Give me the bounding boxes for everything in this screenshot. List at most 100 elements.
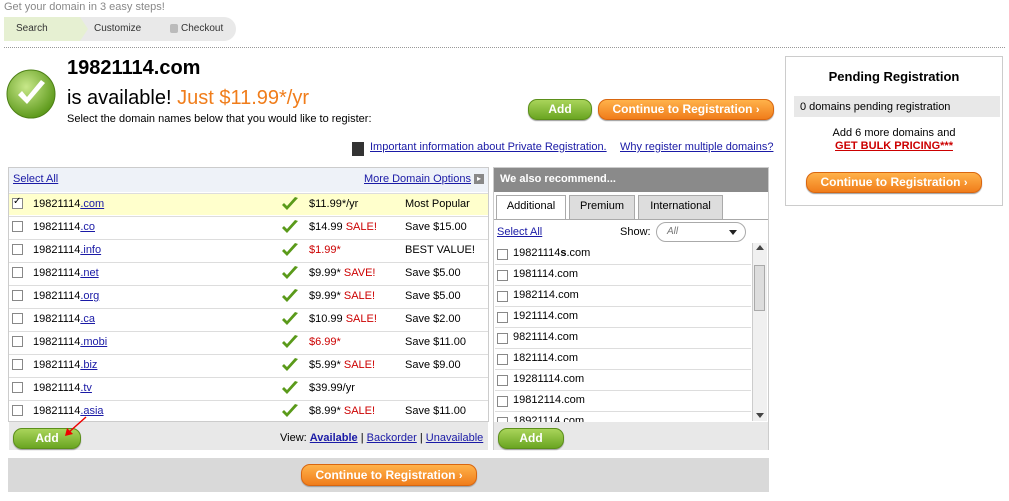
recommend-select-all-link[interactable]: Select All — [497, 226, 542, 238]
available-check-icon — [282, 266, 298, 279]
recommend-checkbox[interactable] — [497, 396, 508, 407]
domain-base: 19821114 — [33, 382, 81, 394]
available-check-icon — [282, 404, 298, 417]
domain-name: 19821114.com — [33, 198, 104, 210]
separator: | — [419, 432, 423, 444]
domain-base: 19821114 — [33, 244, 81, 256]
domain-row[interactable]: 19821114.org $9.99* SALE! Save $5.00 — [9, 285, 488, 307]
domain-tld-link[interactable]: .info — [80, 244, 101, 256]
domain-checkbox[interactable] — [12, 267, 23, 278]
domain-checkbox[interactable] — [12, 313, 23, 324]
domain-base: 19821114 — [33, 198, 81, 210]
domain-tld-link[interactable]: .net — [80, 267, 98, 279]
recommend-checkbox[interactable] — [497, 312, 508, 323]
domain-row[interactable]: 19821114.tv $39.99/yr — [9, 377, 488, 399]
domain-checkbox[interactable] — [12, 290, 23, 301]
available-check-icon — [282, 335, 298, 348]
recommend-checkbox[interactable] — [497, 354, 508, 365]
domain-checkbox[interactable] — [12, 359, 23, 370]
domain-checkbox[interactable] — [12, 382, 23, 393]
recommend-domain-suffix: .com — [566, 247, 591, 259]
recommend-row[interactable]: 1982114.com — [495, 286, 751, 307]
domain-row[interactable]: 19821114.net $9.99* SAVE! Save $5.00 — [9, 262, 488, 284]
domain-checkbox[interactable] — [12, 196, 23, 209]
recommend-checkbox[interactable] — [497, 291, 508, 302]
domain-note: Save $11.00 — [405, 405, 466, 417]
available-check-icon — [6, 69, 56, 119]
domain-tld-link[interactable]: .com — [80, 198, 104, 210]
domain-row[interactable]: 19821114.com $11.99*/yr Most Popular — [9, 193, 488, 215]
domain-row[interactable]: 19821114.info $1.99* BEST VALUE! — [9, 239, 488, 261]
continue-registration-side-button[interactable]: Continue to Registration › — [806, 172, 982, 193]
recommend-domain-text: 1982114.com — [513, 289, 579, 301]
recommend-row[interactable]: 1921114.com — [495, 307, 751, 328]
private-registration-link[interactable]: Important information about Private Regi… — [370, 141, 607, 153]
recommend-checkbox[interactable] — [497, 375, 508, 386]
why-multiple-link[interactable]: Why register multiple domains? — [620, 141, 773, 153]
pending-status: 0 domains pending registration — [800, 101, 951, 113]
sale-tag: SALE! — [345, 313, 377, 325]
recommend-domain-text: 1981114.com — [513, 268, 579, 280]
domain-price: $9.99* SAVE! — [309, 267, 375, 279]
recommend-domain-text: 1821114.com — [513, 352, 579, 364]
recommend-scrollbar[interactable] — [752, 243, 767, 421]
recommend-checkbox[interactable] — [497, 270, 508, 281]
recommend-checkbox[interactable] — [497, 249, 508, 260]
domain-name: 19821114.ca — [33, 313, 95, 325]
divider — [4, 47, 1005, 48]
tab-premium[interactable]: Premium — [569, 195, 635, 219]
step-arrow — [152, 17, 160, 41]
continue-registration-button[interactable]: Continue to Registration › — [598, 99, 774, 120]
domain-tld-link[interactable]: .co — [80, 221, 95, 233]
domain-checkbox[interactable] — [12, 221, 23, 232]
price-value: $14.99 — [309, 221, 343, 233]
recommend-row[interactable]: 9821114.com — [495, 328, 751, 349]
scroll-thumb[interactable] — [754, 265, 765, 311]
recommend-row[interactable]: 19812114.com — [495, 391, 751, 412]
view-unavailable-link[interactable]: Unavailable — [426, 432, 483, 444]
view-backorder-link[interactable]: Backorder — [367, 432, 417, 444]
domain-row[interactable]: 19821114.ca $10.99 SALE! Save $2.00 — [9, 308, 488, 330]
domain-tld-link[interactable]: .org — [80, 290, 99, 302]
domain-checkbox[interactable] — [12, 244, 23, 255]
recommend-row[interactable]: 1981114.com — [495, 265, 751, 286]
lock-icon — [170, 23, 178, 33]
add-recommended-button[interactable]: Add — [498, 428, 564, 449]
bulk-pricing-link[interactable]: GET BULK PRICING*** — [785, 140, 1003, 152]
domain-name: 19821114.co — [33, 221, 95, 233]
show-filter-value: All — [667, 226, 679, 237]
price-value: $9.99* — [309, 290, 341, 302]
domain-price: $1.99* — [309, 244, 341, 256]
show-filter-select[interactable]: All — [656, 222, 746, 242]
recommend-row[interactable]: 19281114.com — [495, 370, 751, 391]
domain-row[interactable]: 19821114.mobi $6.99* Save $11.00 — [9, 331, 488, 353]
domain-price: $11.99*/yr — [309, 198, 358, 210]
tab-additional[interactable]: Additional — [496, 195, 566, 219]
step-customize-label: Customize — [94, 23, 142, 34]
more-domain-options-link[interactable]: More Domain Options — [364, 173, 471, 185]
view-available-link[interactable]: Available — [310, 432, 358, 444]
domain-tld-link[interactable]: .mobi — [80, 336, 107, 348]
tab-international[interactable]: International — [638, 195, 723, 219]
progress-steps: Checkout Customize Search — [4, 17, 236, 41]
recommend-row[interactable]: 1821114.com — [495, 349, 751, 370]
recommend-row[interactable]: 19821114s.com — [495, 244, 751, 265]
price-value: $11.99*/yr — [309, 198, 359, 210]
domain-tld-link[interactable]: .ca — [80, 313, 95, 325]
domain-tld-link[interactable]: .biz — [80, 359, 97, 371]
continue-registration-bottom-button[interactable]: Continue to Registration › — [301, 464, 477, 486]
sale-tag: $6.99* — [309, 336, 341, 348]
domain-row[interactable]: 19821114.biz $5.99* SALE! Save $9.00 — [9, 354, 488, 376]
add-recommended-label: Add — [519, 431, 543, 445]
expand-icon[interactable]: ▸ — [474, 174, 484, 184]
domain-checkbox[interactable] — [12, 405, 23, 416]
domain-tld-link[interactable]: .tv — [80, 382, 92, 394]
scroll-up-icon[interactable] — [756, 245, 764, 250]
scroll-down-icon[interactable] — [756, 413, 764, 418]
tab-divider — [494, 219, 768, 220]
recommend-checkbox[interactable] — [497, 333, 508, 344]
domain-checkbox[interactable] — [12, 336, 23, 347]
add-button[interactable]: Add — [528, 99, 592, 120]
select-all-link[interactable]: Select All — [13, 173, 58, 185]
domain-row[interactable]: 19821114.co $14.99 SALE! Save $15.00 — [9, 216, 488, 238]
